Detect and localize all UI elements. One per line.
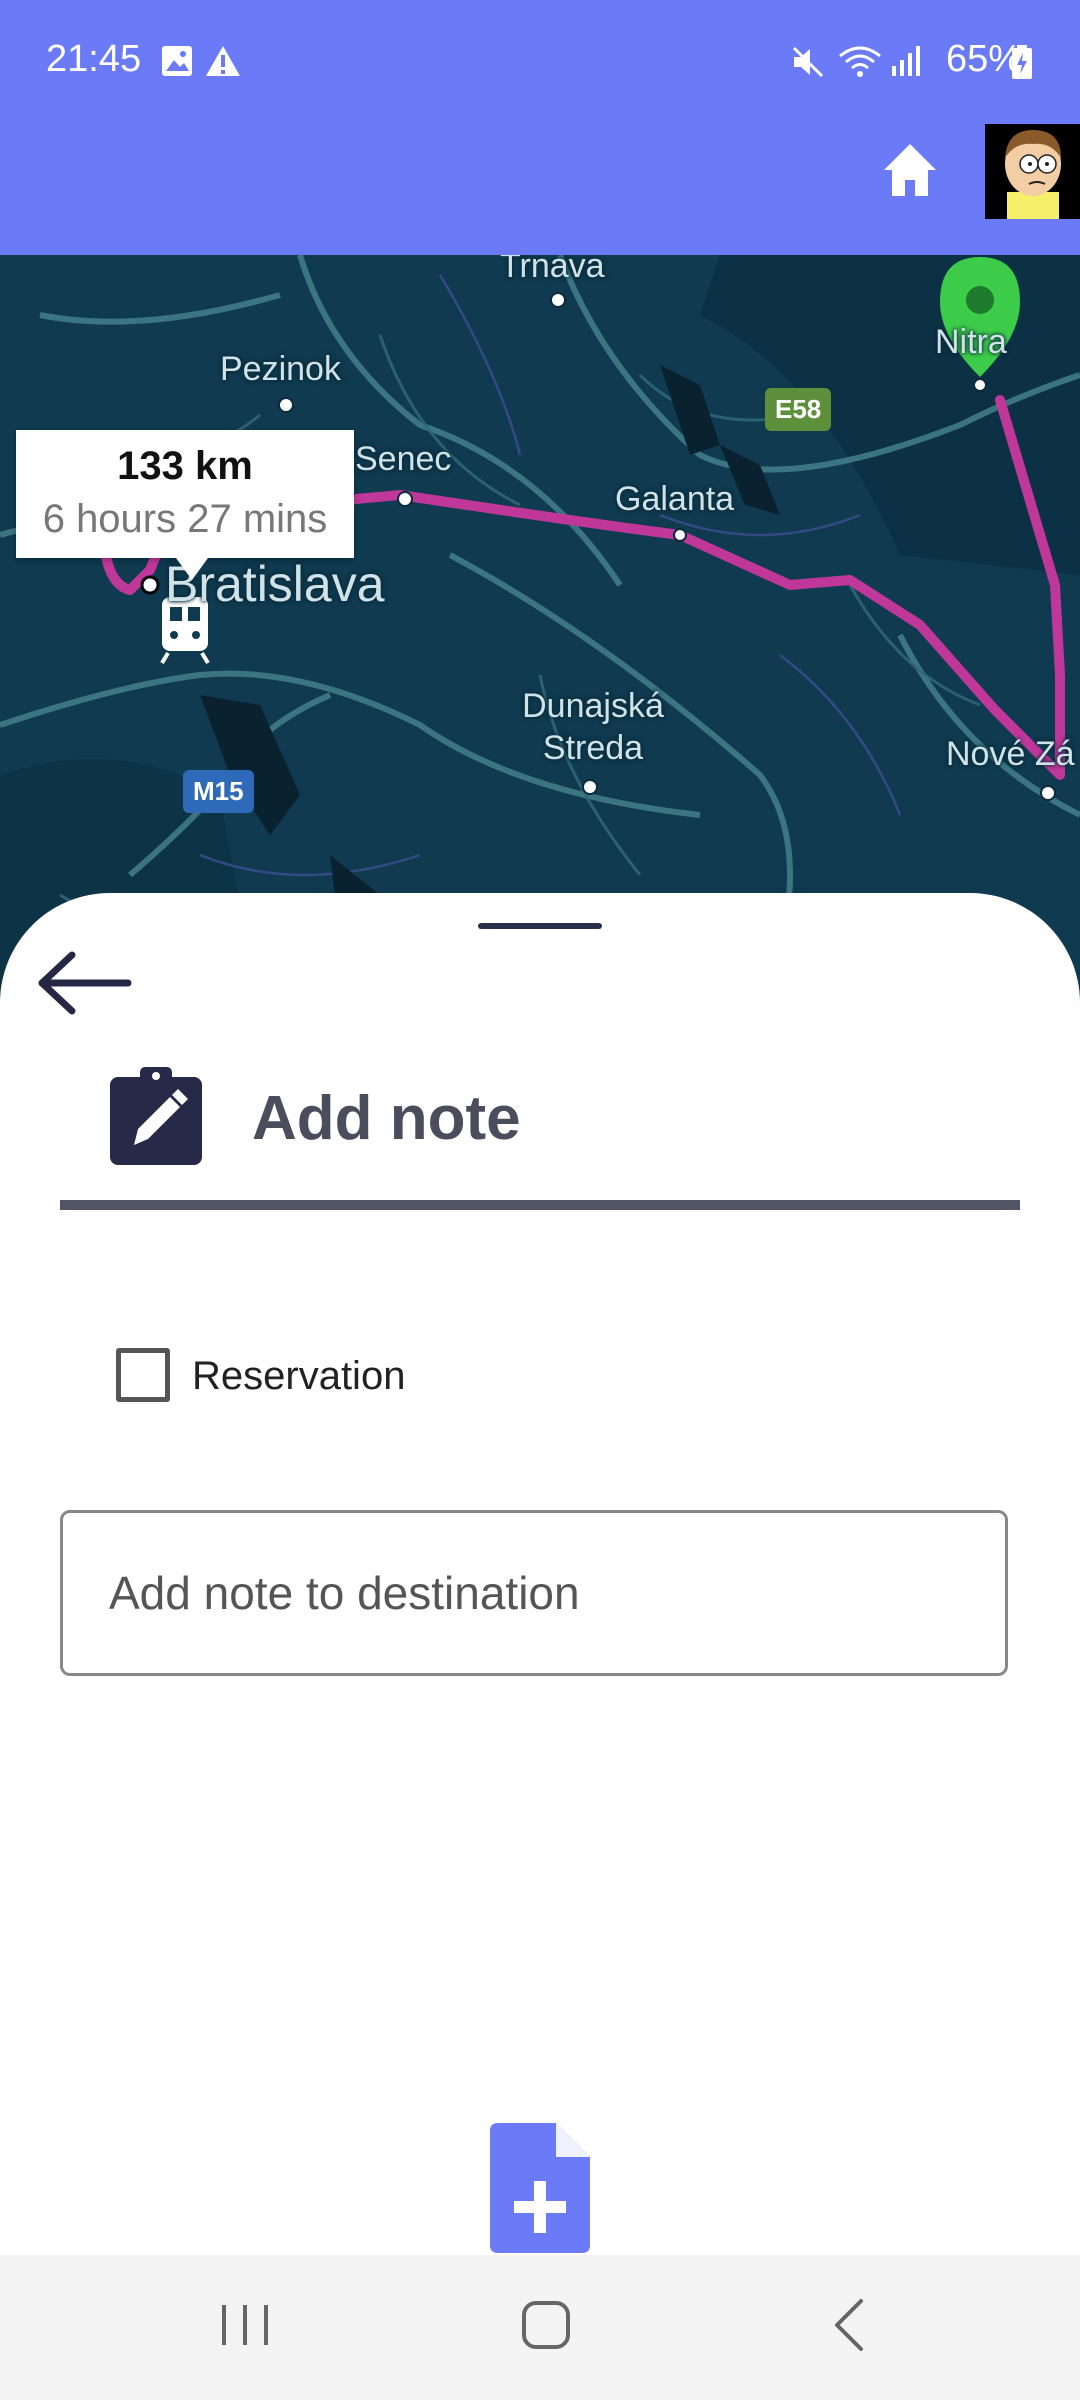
route-distance: 133 km xyxy=(117,444,253,488)
clipboard-edit-icon xyxy=(110,1067,202,1165)
back-nav-icon[interactable] xyxy=(805,2285,895,2365)
map-label-trnava: Trnava xyxy=(500,255,605,285)
road-shield-e58: E58 xyxy=(765,388,832,431)
map-label-nitra: Nitra xyxy=(935,323,1007,361)
bottom-sheet: Add note Reservation xyxy=(0,893,1080,2255)
map-label-dunajska-streda: Dunajská Streda xyxy=(522,687,664,767)
signal-icon xyxy=(892,46,920,76)
note-input[interactable] xyxy=(60,1510,1008,1676)
sheet-title: Add note xyxy=(252,1084,521,1153)
app-bar: 21:45 65% xyxy=(0,0,1080,255)
back-arrow-icon[interactable] xyxy=(36,943,136,1023)
route-duration: 6 hours 27 mins xyxy=(42,497,328,541)
reservation-label[interactable]: Reservation xyxy=(192,1354,405,1399)
route-info-box: 133 km 6 hours 27 mins xyxy=(16,430,354,580)
title-divider xyxy=(60,1200,1020,1210)
home-nav-icon[interactable] xyxy=(502,2285,592,2365)
warning-icon xyxy=(206,46,240,76)
wifi-icon xyxy=(839,46,881,77)
add-document-icon[interactable] xyxy=(490,2123,590,2253)
map-label-nove-zamky: Nové Zá xyxy=(946,735,1075,773)
map-label-galanta: Galanta xyxy=(615,480,735,518)
sheet-drag-handle[interactable] xyxy=(478,923,602,929)
avatar[interactable] xyxy=(985,124,1080,219)
image-icon xyxy=(162,46,192,76)
battery-charging-icon xyxy=(1012,45,1032,79)
status-time: 21:45 xyxy=(46,38,142,80)
system-nav-bar xyxy=(0,2255,1080,2400)
status-bar: 21:45 65% xyxy=(0,0,1080,120)
recent-apps-icon[interactable] xyxy=(200,2285,290,2365)
road-shield-m15: M15 xyxy=(183,770,254,813)
map-label-senec: Senec xyxy=(355,440,452,478)
mute-icon xyxy=(792,46,824,78)
map-label-pezinok: Pezinok xyxy=(220,350,341,388)
home-icon[interactable] xyxy=(880,140,940,200)
reservation-checkbox[interactable] xyxy=(116,1348,170,1402)
user-avatar xyxy=(985,124,1080,219)
